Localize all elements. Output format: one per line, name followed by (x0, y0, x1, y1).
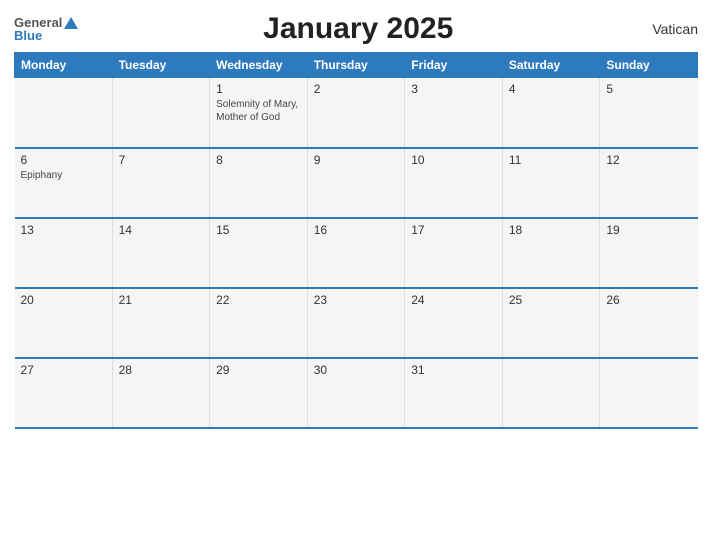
calendar-header: General Blue January 2025 Vatican (14, 12, 698, 46)
day-number: 21 (119, 293, 204, 307)
calendar-cell: 13 (15, 218, 113, 288)
week-row-3: 13 14 15 16 17 18 19 (15, 218, 698, 288)
day-number: 4 (509, 82, 594, 96)
weekday-header-saturday: Saturday (502, 53, 600, 78)
day-number: 29 (216, 363, 301, 377)
calendar-cell: 23 (307, 288, 405, 358)
calendar-cell: 16 (307, 218, 405, 288)
calendar-cell: 6 Epiphany (15, 148, 113, 218)
calendar-cell: 26 (600, 288, 698, 358)
calendar-cell: 25 (502, 288, 600, 358)
calendar-cell (15, 78, 113, 148)
week-row-2: 6 Epiphany 789 10 11 12 (15, 148, 698, 218)
day-number: 24 (411, 293, 496, 307)
day-number: 10 (411, 153, 496, 167)
calendar-table: MondayTuesdayWednesdayThursdayFridaySatu… (14, 52, 698, 429)
calendar-cell: 22 (210, 288, 308, 358)
calendar-cell: 11 (502, 148, 600, 218)
day-number: 3 (411, 82, 496, 96)
calendar-cell: 30 (307, 358, 405, 428)
calendar-cell: 29 (210, 358, 308, 428)
calendar-cell: 4 (502, 78, 600, 148)
calendar-cell: 19 (600, 218, 698, 288)
calendar-cell (112, 78, 210, 148)
day-number: 15 (216, 223, 301, 237)
logo-blue-text: Blue (14, 29, 42, 42)
event-text: Solemnity of Mary, Mother of God (216, 98, 301, 124)
day-number: 31 (411, 363, 496, 377)
day-number: 13 (21, 223, 106, 237)
calendar-cell: 7 (112, 148, 210, 218)
calendar-container: General Blue January 2025 Vatican Monday… (0, 0, 712, 550)
event-text: Epiphany (21, 169, 106, 182)
calendar-cell: 9 (307, 148, 405, 218)
calendar-cell (600, 358, 698, 428)
day-number: 5 (606, 82, 691, 96)
calendar-cell: 1 Solemnity of Mary, Mother of God (210, 78, 308, 148)
calendar-cell: 21 (112, 288, 210, 358)
day-number: 6 (21, 153, 106, 167)
calendar-cell: 12 (600, 148, 698, 218)
calendar-cell: 10 (405, 148, 503, 218)
calendar-cell: 17 (405, 218, 503, 288)
weekday-header-row: MondayTuesdayWednesdayThursdayFridaySatu… (15, 53, 698, 78)
day-number: 12 (606, 153, 691, 167)
day-number: 17 (411, 223, 496, 237)
day-number: 20 (21, 293, 106, 307)
calendar-cell: 24 (405, 288, 503, 358)
day-number: 30 (314, 363, 399, 377)
weekday-header-thursday: Thursday (307, 53, 405, 78)
calendar-cell: 8 (210, 148, 308, 218)
weekday-header-wednesday: Wednesday (210, 53, 308, 78)
day-number: 27 (21, 363, 106, 377)
day-number: 11 (509, 153, 594, 167)
weekday-header-sunday: Sunday (600, 53, 698, 78)
week-row-4: 20 21 22 23 24 25 26 (15, 288, 698, 358)
day-number: 2 (314, 82, 399, 96)
calendar-cell: 28 (112, 358, 210, 428)
calendar-cell: 31 (405, 358, 503, 428)
calendar-title: January 2025 (78, 12, 638, 46)
day-number: 25 (509, 293, 594, 307)
calendar-cell: 5 (600, 78, 698, 148)
day-number: 26 (606, 293, 691, 307)
day-number: 19 (606, 223, 691, 237)
calendar-cell (502, 358, 600, 428)
day-number: 23 (314, 293, 399, 307)
calendar-cell: 20 (15, 288, 113, 358)
calendar-cell: 2 (307, 78, 405, 148)
weekday-header-friday: Friday (405, 53, 503, 78)
day-number: 22 (216, 293, 301, 307)
week-row-5: 27 28 29 30 31 (15, 358, 698, 428)
day-number: 7 (119, 153, 204, 167)
week-row-1: 1 Solemnity of Mary, Mother of God 2345 (15, 78, 698, 148)
calendar-country: Vatican (638, 21, 698, 37)
logo: General Blue (14, 16, 78, 42)
calendar-cell: 15 (210, 218, 308, 288)
day-number: 1 (216, 82, 301, 96)
calendar-cell: 27 (15, 358, 113, 428)
day-number: 9 (314, 153, 399, 167)
weekday-header-monday: Monday (15, 53, 113, 78)
logo-triangle-icon (64, 17, 78, 29)
calendar-cell: 3 (405, 78, 503, 148)
day-number: 14 (119, 223, 204, 237)
day-number: 16 (314, 223, 399, 237)
calendar-cell: 18 (502, 218, 600, 288)
day-number: 18 (509, 223, 594, 237)
day-number: 28 (119, 363, 204, 377)
calendar-cell: 14 (112, 218, 210, 288)
day-number: 8 (216, 153, 301, 167)
weekday-header-tuesday: Tuesday (112, 53, 210, 78)
